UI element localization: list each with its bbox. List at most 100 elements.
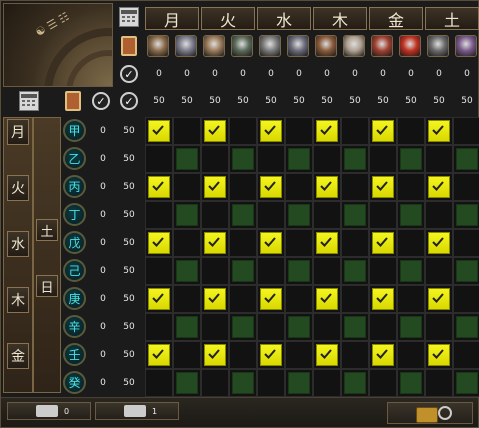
stem-tag-2[interactable]: 丙 <box>63 175 86 198</box>
slot-checked[interactable] <box>148 288 170 310</box>
left-day-3[interactable]: 木 <box>7 287 29 313</box>
slot-checked[interactable] <box>372 176 394 198</box>
slot-checked[interactable] <box>148 344 170 366</box>
slot-checked[interactable] <box>204 344 226 366</box>
hero-portrait-2[interactable] <box>203 35 225 57</box>
calendar-icon[interactable] <box>119 7 139 27</box>
slot-empty[interactable] <box>176 204 198 226</box>
slot-empty[interactable] <box>176 260 198 282</box>
left-day-1[interactable]: 火 <box>7 175 29 201</box>
left-day-4[interactable]: 金 <box>7 343 29 369</box>
slot-empty[interactable] <box>176 148 198 170</box>
slot-empty[interactable] <box>232 260 254 282</box>
slot-empty[interactable] <box>288 260 310 282</box>
slot-checked[interactable] <box>316 176 338 198</box>
stem-tag-0[interactable]: 甲 <box>63 119 86 142</box>
slot-checked[interactable] <box>204 176 226 198</box>
slot-empty[interactable] <box>456 148 478 170</box>
slot-checked[interactable] <box>260 232 282 254</box>
stem-tag-1[interactable]: 乙 <box>63 147 86 170</box>
slot-empty[interactable] <box>288 316 310 338</box>
slot-empty[interactable] <box>344 260 366 282</box>
slot-checked[interactable] <box>316 344 338 366</box>
slot-empty[interactable] <box>344 372 366 394</box>
slot-checked[interactable] <box>372 120 394 142</box>
calendar-icon-left[interactable] <box>19 91 39 111</box>
stem-tag-9[interactable]: 癸 <box>63 371 86 394</box>
hero-portrait-10[interactable] <box>427 35 449 57</box>
card-icon-left[interactable] <box>65 91 81 111</box>
slot-empty[interactable] <box>176 372 198 394</box>
slot-checked[interactable] <box>204 232 226 254</box>
slot-empty[interactable] <box>456 372 478 394</box>
slot-checked[interactable] <box>428 232 450 254</box>
hero-portrait-3[interactable] <box>231 35 253 57</box>
hero-portrait-5[interactable] <box>287 35 309 57</box>
slot-empty[interactable] <box>344 204 366 226</box>
hero-portrait-7[interactable] <box>343 35 365 57</box>
slot-checked[interactable] <box>204 288 226 310</box>
left-day-0[interactable]: 月 <box>7 119 29 145</box>
slot-checked[interactable] <box>260 176 282 198</box>
weekend-sat[interactable]: 土 <box>36 219 58 241</box>
stem-tag-7[interactable]: 辛 <box>63 315 86 338</box>
hero-portrait-0[interactable] <box>147 35 169 57</box>
slot-empty[interactable] <box>176 316 198 338</box>
slot-empty[interactable] <box>456 204 478 226</box>
card-icon[interactable] <box>121 36 137 56</box>
slot-checked[interactable] <box>316 120 338 142</box>
slot-empty[interactable] <box>400 372 422 394</box>
slot-checked[interactable] <box>428 176 450 198</box>
slot-empty[interactable] <box>288 372 310 394</box>
slot-checked[interactable] <box>428 344 450 366</box>
slot-empty[interactable] <box>288 204 310 226</box>
slot-checked[interactable] <box>148 176 170 198</box>
slot-empty[interactable] <box>456 316 478 338</box>
day-header-4[interactable]: 金 <box>369 7 423 30</box>
slot-empty[interactable] <box>344 316 366 338</box>
hero-portrait-8[interactable] <box>371 35 393 57</box>
slot-empty[interactable] <box>288 148 310 170</box>
stem-tag-8[interactable]: 壬 <box>63 343 86 366</box>
chest-button[interactable] <box>387 402 473 424</box>
hero-portrait-6[interactable] <box>315 35 337 57</box>
weekend-sun[interactable]: 日 <box>36 275 58 297</box>
check-circle-icon[interactable]: ✓ <box>120 65 138 83</box>
left-day-2[interactable]: 水 <box>7 231 29 257</box>
hero-portrait-4[interactable] <box>259 35 281 57</box>
slot-empty[interactable] <box>344 148 366 170</box>
hero-portrait-9[interactable] <box>399 35 421 57</box>
filter-button-mid[interactable]: 1 <box>95 402 179 420</box>
slot-checked[interactable] <box>372 288 394 310</box>
stem-tag-6[interactable]: 庚 <box>63 287 86 310</box>
slot-checked[interactable] <box>260 288 282 310</box>
slot-empty[interactable] <box>400 260 422 282</box>
slot-checked[interactable] <box>316 288 338 310</box>
slot-empty[interactable] <box>400 148 422 170</box>
slot-checked[interactable] <box>372 344 394 366</box>
day-header-3[interactable]: 木 <box>313 7 367 30</box>
slot-checked[interactable] <box>428 120 450 142</box>
slot-empty[interactable] <box>232 148 254 170</box>
slot-checked[interactable] <box>372 232 394 254</box>
slot-checked[interactable] <box>260 120 282 142</box>
stem-tag-4[interactable]: 戊 <box>63 231 86 254</box>
filter-button-left[interactable]: 0 <box>7 402 91 420</box>
stem-tag-3[interactable]: 丁 <box>63 203 86 226</box>
slot-checked[interactable] <box>260 344 282 366</box>
slot-empty[interactable] <box>456 260 478 282</box>
slot-checked[interactable] <box>148 232 170 254</box>
hero-portrait-1[interactable] <box>175 35 197 57</box>
slot-checked[interactable] <box>148 120 170 142</box>
slot-checked[interactable] <box>316 232 338 254</box>
check-circle-icon-left[interactable]: ✓ <box>92 92 110 110</box>
slot-empty[interactable] <box>400 204 422 226</box>
hero-portrait-11[interactable] <box>455 35 477 57</box>
day-header-1[interactable]: 火 <box>201 7 255 30</box>
slot-empty[interactable] <box>400 316 422 338</box>
slot-empty[interactable] <box>232 204 254 226</box>
stem-tag-5[interactable]: 己 <box>63 259 86 282</box>
day-header-0[interactable]: 月 <box>145 7 199 30</box>
slot-checked[interactable] <box>204 120 226 142</box>
slot-empty[interactable] <box>232 316 254 338</box>
